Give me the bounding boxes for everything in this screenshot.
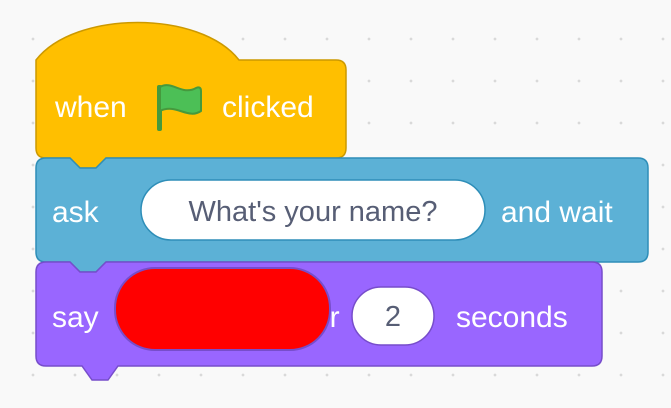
say-for-seconds-block[interactable]: say or 2 seconds bbox=[35, 261, 603, 381]
ask-and-wait-block[interactable]: ask What's your name? and wait bbox=[35, 157, 649, 273]
hat-word-when: when bbox=[54, 91, 127, 124]
and-wait-word: and wait bbox=[501, 196, 613, 229]
script-stack: when clicked ask What's your name? and w… bbox=[35, 21, 649, 381]
seconds-value: 2 bbox=[385, 301, 401, 333]
redacted-say-input[interactable] bbox=[114, 267, 331, 351]
seconds-word: seconds bbox=[456, 301, 568, 334]
ask-word: ask bbox=[52, 196, 100, 229]
say-word: say bbox=[52, 301, 99, 334]
when-flag-clicked-block[interactable]: when clicked bbox=[35, 21, 347, 169]
code-workspace[interactable]: when clicked ask What's your name? and w… bbox=[0, 0, 671, 408]
hat-word-clicked: clicked bbox=[222, 91, 314, 124]
ask-question-text: What's your name? bbox=[189, 196, 438, 228]
